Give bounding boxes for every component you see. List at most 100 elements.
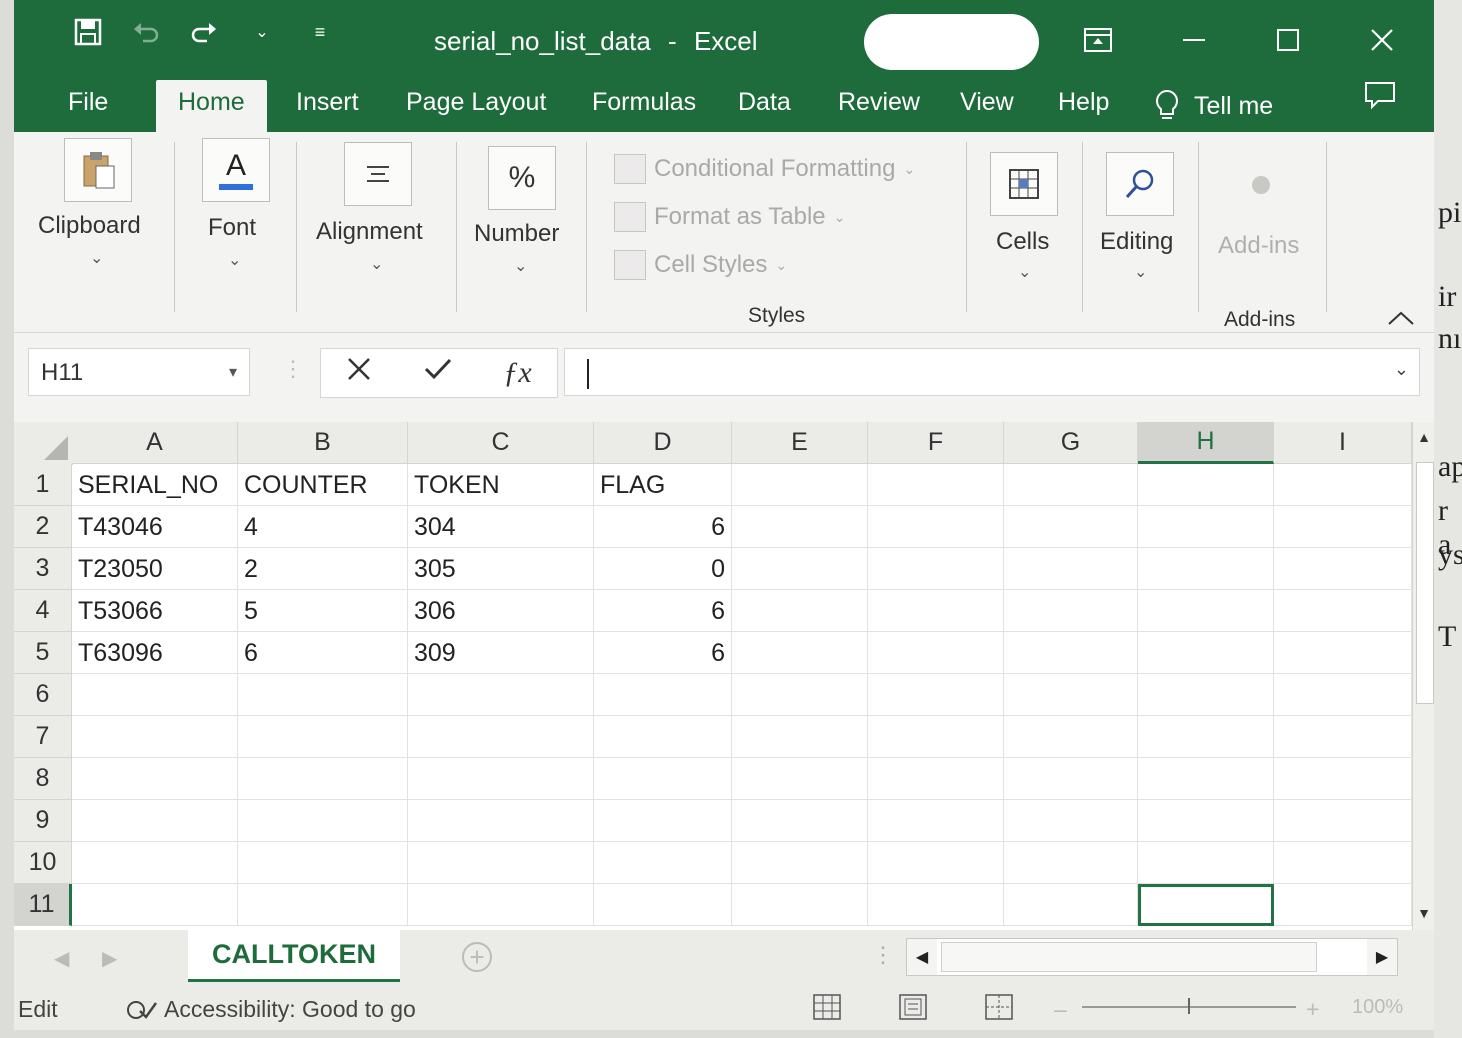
number-group[interactable]: % Number ⌄	[464, 132, 594, 312]
column-header-h[interactable]: H	[1138, 422, 1274, 464]
cell-a7[interactable]	[72, 716, 238, 758]
tab-home[interactable]: Home	[156, 80, 267, 132]
tab-page-layout[interactable]: Page Layout	[406, 80, 546, 132]
scroll-down-icon[interactable]: ▼	[1413, 900, 1434, 926]
cell-f2[interactable]	[868, 506, 1004, 548]
cell-d9[interactable]	[594, 800, 732, 842]
cell-a8[interactable]	[72, 758, 238, 800]
cell-a4[interactable]: T53066	[72, 590, 238, 632]
cell-i4[interactable]	[1274, 590, 1412, 632]
redo-dropdown-icon[interactable]: ⌄	[246, 16, 278, 48]
row-header-2[interactable]: 2	[14, 506, 72, 548]
cell-h1[interactable]	[1138, 464, 1274, 506]
tab-help[interactable]: Help	[1058, 80, 1109, 132]
column-header-d[interactable]: D	[594, 422, 732, 464]
cell-d8[interactable]	[594, 758, 732, 800]
cell-a5[interactable]: T63096	[72, 632, 238, 674]
enter-check-icon[interactable]	[423, 356, 453, 390]
cell-g7[interactable]	[1004, 716, 1138, 758]
cell-g5[interactable]	[1004, 632, 1138, 674]
cell-d7[interactable]	[594, 716, 732, 758]
page-break-preview-icon[interactable]	[984, 992, 1014, 1022]
cell-b10[interactable]	[238, 842, 408, 884]
cell-c10[interactable]	[408, 842, 594, 884]
column-header-f[interactable]: F	[868, 422, 1004, 464]
normal-view-icon[interactable]	[812, 992, 842, 1022]
expand-formula-bar-icon[interactable]: ⌄	[1394, 359, 1409, 380]
cell-g6[interactable]	[1004, 674, 1138, 716]
cell-b5[interactable]: 6	[238, 632, 408, 674]
vertical-scrollbar[interactable]: ▲ ▼	[1412, 422, 1434, 930]
redo-icon[interactable]	[188, 16, 220, 48]
maximize-icon[interactable]	[1268, 20, 1308, 60]
column-header-e[interactable]: E	[732, 422, 868, 464]
row-header-1[interactable]: 1	[14, 464, 72, 506]
cell-e6[interactable]	[732, 674, 868, 716]
formula-input[interactable]: ⌄	[564, 348, 1420, 396]
cell-a9[interactable]	[72, 800, 238, 842]
horizontal-scrollbar[interactable]: ◀ ▶	[906, 938, 1398, 976]
zoom-out-icon[interactable]: –	[1054, 996, 1067, 1023]
row-header-7[interactable]: 7	[14, 716, 72, 758]
cell-h2[interactable]	[1138, 506, 1274, 548]
row-header-10[interactable]: 10	[14, 842, 72, 884]
ribbon-display-options-icon[interactable]	[1078, 20, 1118, 60]
cell-i9[interactable]	[1274, 800, 1412, 842]
cell-g8[interactable]	[1004, 758, 1138, 800]
scroll-left-icon[interactable]: ◀	[907, 939, 937, 975]
cell-g4[interactable]	[1004, 590, 1138, 632]
cell-f7[interactable]	[868, 716, 1004, 758]
next-sheet-icon[interactable]: ▶	[102, 946, 117, 971]
cell-a1[interactable]: SERIAL_NO	[72, 464, 238, 506]
row-header-5[interactable]: 5	[14, 632, 72, 674]
select-all-button[interactable]	[14, 422, 73, 465]
cell-c6[interactable]	[408, 674, 594, 716]
column-header-i[interactable]: I	[1274, 422, 1412, 464]
accessibility-status[interactable]: Accessibility: Good to go	[126, 996, 416, 1023]
cell-d10[interactable]	[594, 842, 732, 884]
cell-h5[interactable]	[1138, 632, 1274, 674]
cell-i3[interactable]	[1274, 548, 1412, 590]
font-color-icon[interactable]: A	[202, 138, 270, 202]
zoom-level[interactable]: 100%	[1352, 996, 1403, 1019]
cell-b2[interactable]: 4	[238, 506, 408, 548]
row-header-8[interactable]: 8	[14, 758, 72, 800]
row-header-9[interactable]: 9	[14, 800, 72, 842]
cell-c1[interactable]: TOKEN	[408, 464, 594, 506]
cell-h8[interactable]	[1138, 758, 1274, 800]
cell-d1[interactable]: FLAG	[594, 464, 732, 506]
cell-i6[interactable]	[1274, 674, 1412, 716]
cell-g1[interactable]	[1004, 464, 1138, 506]
cell-h4[interactable]	[1138, 590, 1274, 632]
previous-sheet-icon[interactable]: ◀	[54, 946, 69, 971]
insert-function-icon[interactable]: ƒx	[503, 356, 531, 390]
cell-h9[interactable]	[1138, 800, 1274, 842]
addins-group[interactable]: Add-ins Add-ins	[1206, 132, 1332, 331]
tab-formulas[interactable]: Formulas	[592, 80, 696, 132]
customize-toolbar-icon[interactable]: ≡	[304, 16, 336, 48]
cell-f4[interactable]	[868, 590, 1004, 632]
clipboard-icon[interactable]	[64, 138, 132, 202]
undo-icon[interactable]	[130, 16, 162, 48]
cell-i2[interactable]	[1274, 506, 1412, 548]
cell-b3[interactable]: 2	[238, 548, 408, 590]
drag-handle-icon[interactable]: ⋮	[282, 356, 304, 382]
clipboard-group[interactable]: Clipboard ⌄	[34, 132, 184, 312]
percent-icon[interactable]: %	[488, 146, 556, 210]
cell-h11[interactable]	[1138, 884, 1274, 926]
cell-b9[interactable]	[238, 800, 408, 842]
row-header-11[interactable]: 11	[14, 884, 72, 926]
cell-g9[interactable]	[1004, 800, 1138, 842]
column-header-g[interactable]: G	[1004, 422, 1138, 464]
cell-c9[interactable]	[408, 800, 594, 842]
cell-d4[interactable]: 6	[594, 590, 732, 632]
cell-f11[interactable]	[868, 884, 1004, 926]
collapse-ribbon-icon[interactable]	[1386, 302, 1416, 334]
cell-c11[interactable]	[408, 884, 594, 926]
row-header-4[interactable]: 4	[14, 590, 72, 632]
cell-e1[interactable]	[732, 464, 868, 506]
cell-f8[interactable]	[868, 758, 1004, 800]
cell-f10[interactable]	[868, 842, 1004, 884]
cell-e2[interactable]	[732, 506, 868, 548]
tell-me-search[interactable]: Tell me	[1154, 80, 1273, 132]
